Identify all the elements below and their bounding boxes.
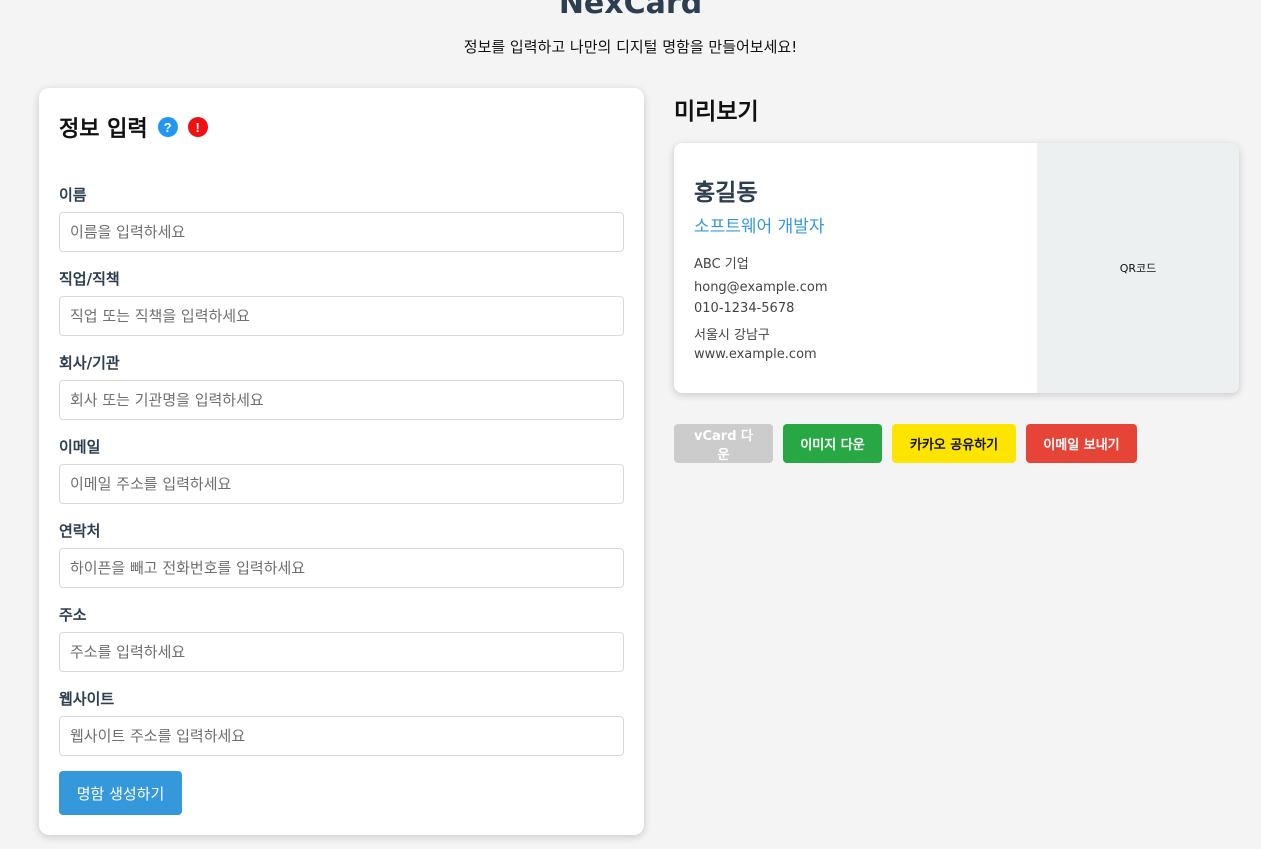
email-label: 이메일 (59, 438, 101, 456)
address-field: 주소 (59, 606, 624, 672)
website-field: 웹사이트 (59, 690, 624, 756)
company-input[interactable] (59, 380, 624, 420)
email-field: 이메일 (59, 438, 624, 504)
card-website: www.example.com (694, 347, 817, 362)
card-name: 홍길동 (694, 180, 758, 206)
phone-field: 연락처 (59, 522, 624, 588)
job-label: 직업/직책 (59, 270, 120, 288)
website-label: 웹사이트 (59, 690, 115, 708)
address-input[interactable] (59, 632, 624, 672)
name-label: 이름 (59, 186, 87, 204)
address-label: 주소 (59, 606, 87, 624)
company-field: 회사/기관 (59, 354, 624, 420)
phone-input[interactable] (59, 548, 624, 588)
company-label: 회사/기관 (59, 354, 120, 372)
image-download-button[interactable]: 이미지 다운 (783, 424, 882, 463)
website-input[interactable] (59, 716, 624, 756)
name-field: 이름 (59, 186, 624, 252)
card-job: 소프트웨어 개발자 (694, 217, 825, 237)
app-subtitle: 정보를 입력하고 나만의 디지털 명함을 만들어보세요! (463, 38, 798, 56)
card-address: 서울시 강남구 (694, 328, 770, 343)
kakao-share-button[interactable]: 카카오 공유하기 (892, 424, 1016, 463)
card-email: hong@example.com (694, 280, 828, 295)
name-input[interactable] (59, 212, 624, 252)
card-company: ABC 기업 (694, 257, 749, 272)
form-heading-title: 정보 입력 (59, 117, 148, 142)
job-field: 직업/직책 (59, 270, 624, 336)
app-title: NexCard (558, 0, 703, 21)
card-phone: 010-1234-5678 (694, 301, 795, 316)
help-icon[interactable]: ? (157, 117, 178, 137)
qr-code-placeholder: QR코드 (1037, 143, 1239, 393)
form-panel: 정보 입력 ? ! 이름 직업/직책 회사/기관 이메일 연락처 주소 웹사이트… (39, 88, 644, 835)
send-email-button[interactable]: 이메일 보내기 (1026, 424, 1137, 463)
action-buttons: vCard 다운 이미지 다운 카카오 공유하기 이메일 보내기 (674, 424, 1147, 463)
generate-card-button[interactable]: 명함 생성하기 (59, 771, 182, 815)
phone-label: 연락처 (59, 522, 101, 540)
preview-heading: 미리보기 (674, 99, 759, 125)
alert-icon[interactable]: ! (187, 117, 208, 137)
email-input[interactable] (59, 464, 624, 504)
job-input[interactable] (59, 296, 624, 336)
vcard-download-button[interactable]: vCard 다운 (674, 424, 773, 463)
business-card-preview: 홍길동 소프트웨어 개발자 ABC 기업 hong@example.com 01… (674, 143, 1239, 393)
form-heading: 정보 입력 ? ! (59, 112, 208, 142)
